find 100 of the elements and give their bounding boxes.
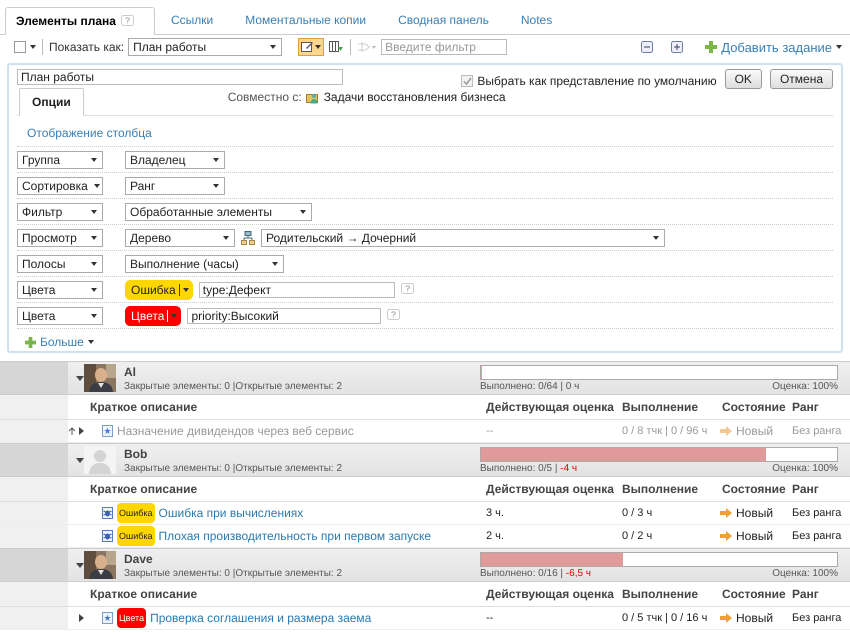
options-tab[interactable]: Опции [19,88,84,116]
expand-toggle[interactable] [79,614,84,622]
arrow-icon [720,508,732,518]
tag-dropdown[interactable]: Цвета [125,306,182,326]
column-header[interactable]: Действующая оценка [480,400,616,414]
column-header[interactable]: Состояние [716,400,786,414]
table-row[interactable]: Ошибка Ошибка при вычислениях 3 ч. 0 / 3 ч Новый Без ранга [0,502,850,525]
status-cell: Новый [736,424,774,438]
owner-stats: Закрытые элементы: 0 |Открытые элементы: 2 [124,568,342,578]
rank-cell-text: Без ранга [791,425,842,437]
rule-type-dropdown[interactable]: Цвета [17,306,103,324]
column-display-link[interactable]: Отображение столбца [27,126,152,140]
progress-cell-text: 0 / 5 тчк | 0 / 16 ч [621,612,708,624]
table-row[interactable]: Цвета Проверка соглашения и размера заема -- 0 / 5 тчк | 0 / 16 ч Новый Без ранга [0,607,850,630]
rule-type-dropdown[interactable]: Фильтр [17,202,103,220]
rule-type-dropdown[interactable]: Сортировка [17,176,103,194]
columns-icon[interactable] [328,40,344,54]
row-gutter [0,502,68,524]
color-query-field[interactable]: type:Дефект [198,282,395,298]
rule-type-dropdown[interactable]: Просмотр [17,228,103,246]
default-view-label: Выбрать как представление по умолчанию [477,74,717,88]
estimate-cell-text: -- [485,612,494,624]
rank-cell-text: Без ранга [791,612,842,624]
estimate-cell-text: 3 ч. [485,507,505,519]
progress-summary: Выполнено: 0/5 | -4 ч [480,462,578,474]
column-header[interactable]: Выполнение [616,400,716,414]
row-gutter [0,395,68,419]
arrow-icon [720,613,732,623]
collapse-all-icon[interactable] [641,41,654,53]
owner-name: Al [124,364,137,378]
default-view-checkbox[interactable] [461,75,474,87]
cancel-button[interactable]: Отмена [770,69,833,89]
status-cell: Новый [736,529,774,543]
task-icon [102,425,113,437]
column-header[interactable]: Состояние [716,482,786,496]
ok-button[interactable]: OK [724,69,762,89]
plus-icon [705,41,718,53]
tab-label: Сводная панель [398,13,489,27]
tab[interactable]: Notes [504,6,568,34]
column-header[interactable]: Ранг [786,587,850,601]
rating-label: Оценка: 100% [772,380,838,392]
row-gutter [0,420,68,442]
column-header[interactable]: Ранг [786,482,850,496]
column-header[interactable]: Выполнение [616,587,716,601]
rule-type-dropdown[interactable]: Цвета [17,280,103,298]
arrow-icon [720,426,732,436]
edit-view-button[interactable] [298,38,324,56]
arrow-icon [720,531,732,541]
tag-label: Ошибка [117,503,155,523]
more-button[interactable]: Больше [25,335,94,349]
owner-stats: Закрытые элементы: 0 |Открытые элементы: 2 [124,380,342,392]
color-query-field[interactable]: priority:Высокий [187,308,382,324]
select-all-checkbox[interactable] [14,41,26,53]
add-task-button[interactable]: Добавить задание [705,40,842,54]
tag-dropdown[interactable]: Ошибка [125,280,193,300]
rule-type-dropdown[interactable]: Полосы [17,254,103,272]
expand-toggle[interactable] [79,427,84,435]
rule-value-dropdown[interactable]: Обработанные элементы [125,202,312,220]
filter-field[interactable]: Введите фильтр [381,39,508,55]
tab[interactable]: Ссылки [154,6,230,34]
view-dropdown[interactable]: План работы [128,38,282,56]
rating-label: Оценка: 100% [772,568,838,578]
task-icon [102,612,113,624]
hierarchy-icon [241,230,255,244]
pencil-icon [301,41,314,53]
item-title-link[interactable]: Ошибка при вычислениях [158,506,304,520]
tab-label: Моментальные копии [245,13,366,27]
status-cell: Новый [736,611,774,625]
rule-value-dropdown[interactable]: Дерево [125,228,235,246]
bug-icon [102,530,113,542]
progress-summary: Выполнено: 0/64 | 0 ч [480,380,580,392]
expand-all-icon[interactable] [671,41,684,53]
view-name-field[interactable]: План работы [17,69,343,85]
item-title-link[interactable]: Плохая производительность при первом запуске [158,529,432,543]
tag-label: Цвета [117,608,146,628]
tab[interactable]: Моментальные копии [229,6,382,34]
column-header[interactable]: Ранг [786,400,850,414]
status-cell: Новый [736,506,774,520]
column-header[interactable]: Краткое описание [84,482,480,496]
rule-value-dropdown[interactable]: Владелец [125,150,225,168]
tab[interactable]: Сводная панель [382,6,505,34]
rule-value-dropdown[interactable]: Ранг [125,176,225,194]
item-title-link[interactable]: Проверка соглашения и размера заема [150,611,372,625]
column-header[interactable]: Состояние [716,587,786,601]
rule-type-dropdown[interactable]: Группа [17,150,103,168]
column-header[interactable]: Действующая оценка [480,587,616,601]
column-header[interactable]: Выполнение [616,482,716,496]
shared-team: Задачи восстановления бизнеса [324,90,506,104]
progress-cell-text: 0 / 8 тчк | 0 / 96 ч [621,425,708,437]
up-arrow-icon[interactable] [68,427,76,435]
column-header[interactable]: Краткое описание [84,587,480,601]
tab-label: Элементы плана [16,14,116,28]
row-gutter [0,525,68,547]
tab[interactable]: Элементы плана [5,7,155,35]
rating-label: Оценка: 100% [772,462,838,474]
hierarchy-dropdown[interactable]: Родительский → Дочерний [261,228,665,246]
rule-value-dropdown[interactable]: Выполнение (часы) [125,254,284,272]
column-header[interactable]: Действующая оценка [480,482,616,496]
progress-summary: Выполнено: 0/16 | -6,5 ч [480,568,592,578]
column-header[interactable]: Краткое описание [84,400,480,414]
